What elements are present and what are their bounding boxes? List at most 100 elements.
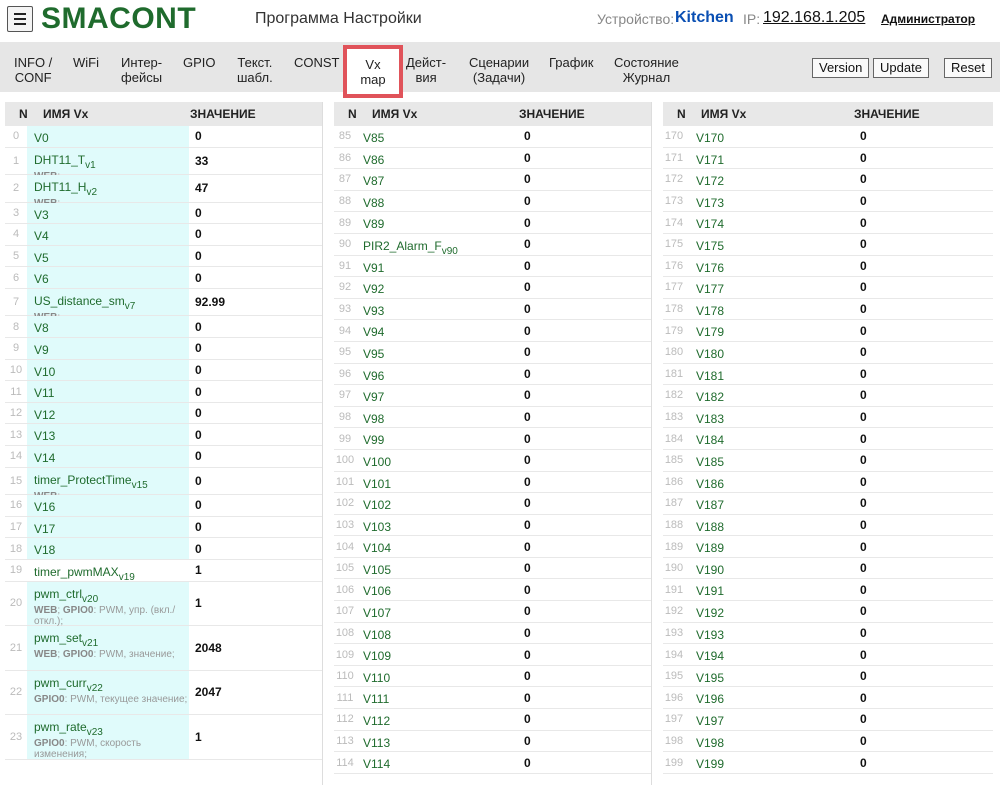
vx-name[interactable]: V14 bbox=[34, 451, 55, 465]
table-row[interactable]: 185 V185 0 bbox=[663, 450, 993, 472]
vx-value[interactable]: 0 bbox=[860, 734, 867, 748]
table-row[interactable]: 104 V104 0 bbox=[334, 536, 652, 558]
table-row[interactable]: 101 V101 0 bbox=[334, 472, 652, 494]
vx-value[interactable]: 0 bbox=[195, 498, 202, 512]
vx-value[interactable]: 0 bbox=[524, 432, 531, 446]
vx-value[interactable]: 0 bbox=[860, 237, 867, 251]
vx-name[interactable]: V196 bbox=[696, 692, 724, 706]
vx-value[interactable]: 0 bbox=[860, 583, 867, 597]
vx-value[interactable]: 0 bbox=[524, 302, 531, 316]
table-row[interactable]: 1 DHT11_Tv1WEB; 33 bbox=[5, 147, 323, 182]
vx-value[interactable]: 0 bbox=[860, 388, 867, 402]
vx-value[interactable]: 2047 bbox=[195, 685, 222, 699]
vx-value[interactable]: 0 bbox=[860, 280, 867, 294]
vx-name[interactable]: V175 bbox=[696, 239, 724, 253]
table-row[interactable]: 2 DHT11_Hv2WEB; 47 bbox=[5, 175, 323, 209]
vx-name[interactable]: V173 bbox=[696, 196, 724, 210]
vx-name[interactable]: V199 bbox=[696, 757, 724, 771]
vx-name[interactable]: V189 bbox=[696, 541, 724, 555]
vx-value[interactable]: 0 bbox=[860, 626, 867, 640]
vx-name[interactable]: V4 bbox=[34, 229, 49, 243]
vx-name[interactable]: V102 bbox=[363, 498, 391, 512]
vx-name[interactable]: V91 bbox=[363, 261, 384, 275]
vx-name[interactable]: V100 bbox=[363, 455, 391, 469]
vx-value[interactable]: 0 bbox=[860, 367, 867, 381]
table-row[interactable]: 199 V199 0 bbox=[663, 752, 993, 774]
vx-name[interactable]: V106 bbox=[363, 584, 391, 598]
table-row[interactable]: 170 V170 0 bbox=[663, 126, 993, 148]
table-row[interactable]: 179 V179 0 bbox=[663, 320, 993, 342]
table-row[interactable]: 9 V9 0 bbox=[5, 338, 323, 360]
table-row[interactable]: 171 V171 0 bbox=[663, 148, 993, 170]
vx-name[interactable]: V3 bbox=[34, 208, 49, 222]
vx-value[interactable]: 1 bbox=[195, 563, 202, 577]
table-row[interactable]: 13 V13 0 bbox=[5, 424, 323, 447]
table-row[interactable]: 98 V98 0 bbox=[334, 407, 652, 429]
vx-value[interactable]: 0 bbox=[860, 475, 867, 489]
vx-value[interactable]: 0 bbox=[195, 249, 202, 263]
vx-value[interactable]: 0 bbox=[195, 474, 202, 488]
vx-value[interactable]: 0 bbox=[860, 302, 867, 316]
vx-name[interactable]: V186 bbox=[696, 477, 724, 491]
reset-button[interactable]: Reset bbox=[944, 58, 992, 78]
vx-name[interactable]: V180 bbox=[696, 347, 724, 361]
vx-name[interactable]: V96 bbox=[363, 369, 384, 383]
vx-value[interactable]: 0 bbox=[524, 583, 531, 597]
version-button[interactable]: Version bbox=[812, 58, 870, 78]
table-row[interactable]: 90 PIR2_Alarm_Fv90 0 bbox=[334, 234, 652, 257]
vx-name[interactable]: V172 bbox=[696, 174, 724, 188]
vx-name[interactable]: V8 bbox=[34, 321, 49, 335]
vx-name[interactable]: V185 bbox=[696, 455, 724, 469]
vx-value[interactable]: 0 bbox=[860, 453, 867, 467]
vx-name[interactable]: V99 bbox=[363, 433, 384, 447]
table-row[interactable]: 8 V8 0 bbox=[5, 316, 323, 339]
vx-value[interactable]: 0 bbox=[524, 691, 531, 705]
vx-name[interactable]: V0 bbox=[34, 131, 49, 145]
vx-value[interactable]: 0 bbox=[860, 496, 867, 510]
vx-name[interactable]: V170 bbox=[696, 131, 724, 145]
table-row[interactable]: 106 V106 0 bbox=[334, 579, 652, 602]
table-row[interactable]: 197 V197 0 bbox=[663, 709, 993, 731]
table-row[interactable]: 196 V196 0 bbox=[663, 687, 993, 710]
vx-name[interactable]: V85 bbox=[363, 131, 384, 145]
table-row[interactable]: 108 V108 0 bbox=[334, 623, 652, 645]
vx-value[interactable]: 0 bbox=[860, 561, 867, 575]
vx-value[interactable]: 0 bbox=[524, 669, 531, 683]
vx-name[interactable]: V184 bbox=[696, 433, 724, 447]
vx-name[interactable]: V188 bbox=[696, 520, 724, 534]
table-row[interactable]: 19 timer_pwmMAXv19 1 bbox=[5, 560, 323, 583]
table-row[interactable]: 10 V10 0 bbox=[5, 359, 323, 382]
table-row[interactable]: 4 V4 0 bbox=[5, 224, 323, 246]
tab-gpio[interactable]: GPIO bbox=[183, 55, 216, 70]
vx-name[interactable]: pwm_curr bbox=[34, 676, 87, 690]
table-row[interactable]: 183 V183 0 bbox=[663, 407, 993, 429]
vx-value[interactable]: 0 bbox=[195, 206, 202, 220]
table-row[interactable]: 190 V190 0 bbox=[663, 558, 993, 580]
vx-name[interactable]: V193 bbox=[696, 628, 724, 642]
table-row[interactable]: 16 V16 0 bbox=[5, 495, 323, 517]
vx-value[interactable]: 0 bbox=[524, 172, 531, 186]
table-row[interactable]: 95 V95 0 bbox=[334, 342, 652, 364]
vx-name[interactable]: timer_pwmMAX bbox=[34, 565, 119, 579]
table-row[interactable]: 12 V12 0 bbox=[5, 402, 323, 425]
vx-name[interactable]: V181 bbox=[696, 369, 724, 383]
vx-name[interactable]: V97 bbox=[363, 390, 384, 404]
vx-name[interactable]: V86 bbox=[363, 153, 384, 167]
vx-value[interactable]: 0 bbox=[860, 324, 867, 338]
table-row[interactable]: 105 V105 0 bbox=[334, 558, 652, 580]
ip-address-link[interactable]: 192.168.1.205 bbox=[763, 9, 865, 27]
table-row[interactable]: 11 V11 0 bbox=[5, 381, 323, 403]
table-row[interactable]: 180 V180 0 bbox=[663, 342, 993, 364]
vx-value[interactable]: 0 bbox=[860, 604, 867, 618]
vx-value[interactable]: 0 bbox=[524, 259, 531, 273]
vx-value[interactable]: 0 bbox=[195, 271, 202, 285]
vx-name[interactable]: V183 bbox=[696, 412, 724, 426]
vx-value[interactable]: 0 bbox=[524, 756, 531, 770]
vx-value[interactable]: 0 bbox=[195, 341, 202, 355]
vx-name[interactable]: V194 bbox=[696, 649, 724, 663]
table-row[interactable]: 195 V195 0 bbox=[663, 666, 993, 688]
vx-name[interactable]: V182 bbox=[696, 390, 724, 404]
vx-value[interactable]: 0 bbox=[860, 432, 867, 446]
tab-status-log[interactable]: Состояние Журнал bbox=[614, 55, 679, 85]
table-row[interactable]: 3 V3 0 bbox=[5, 202, 323, 225]
